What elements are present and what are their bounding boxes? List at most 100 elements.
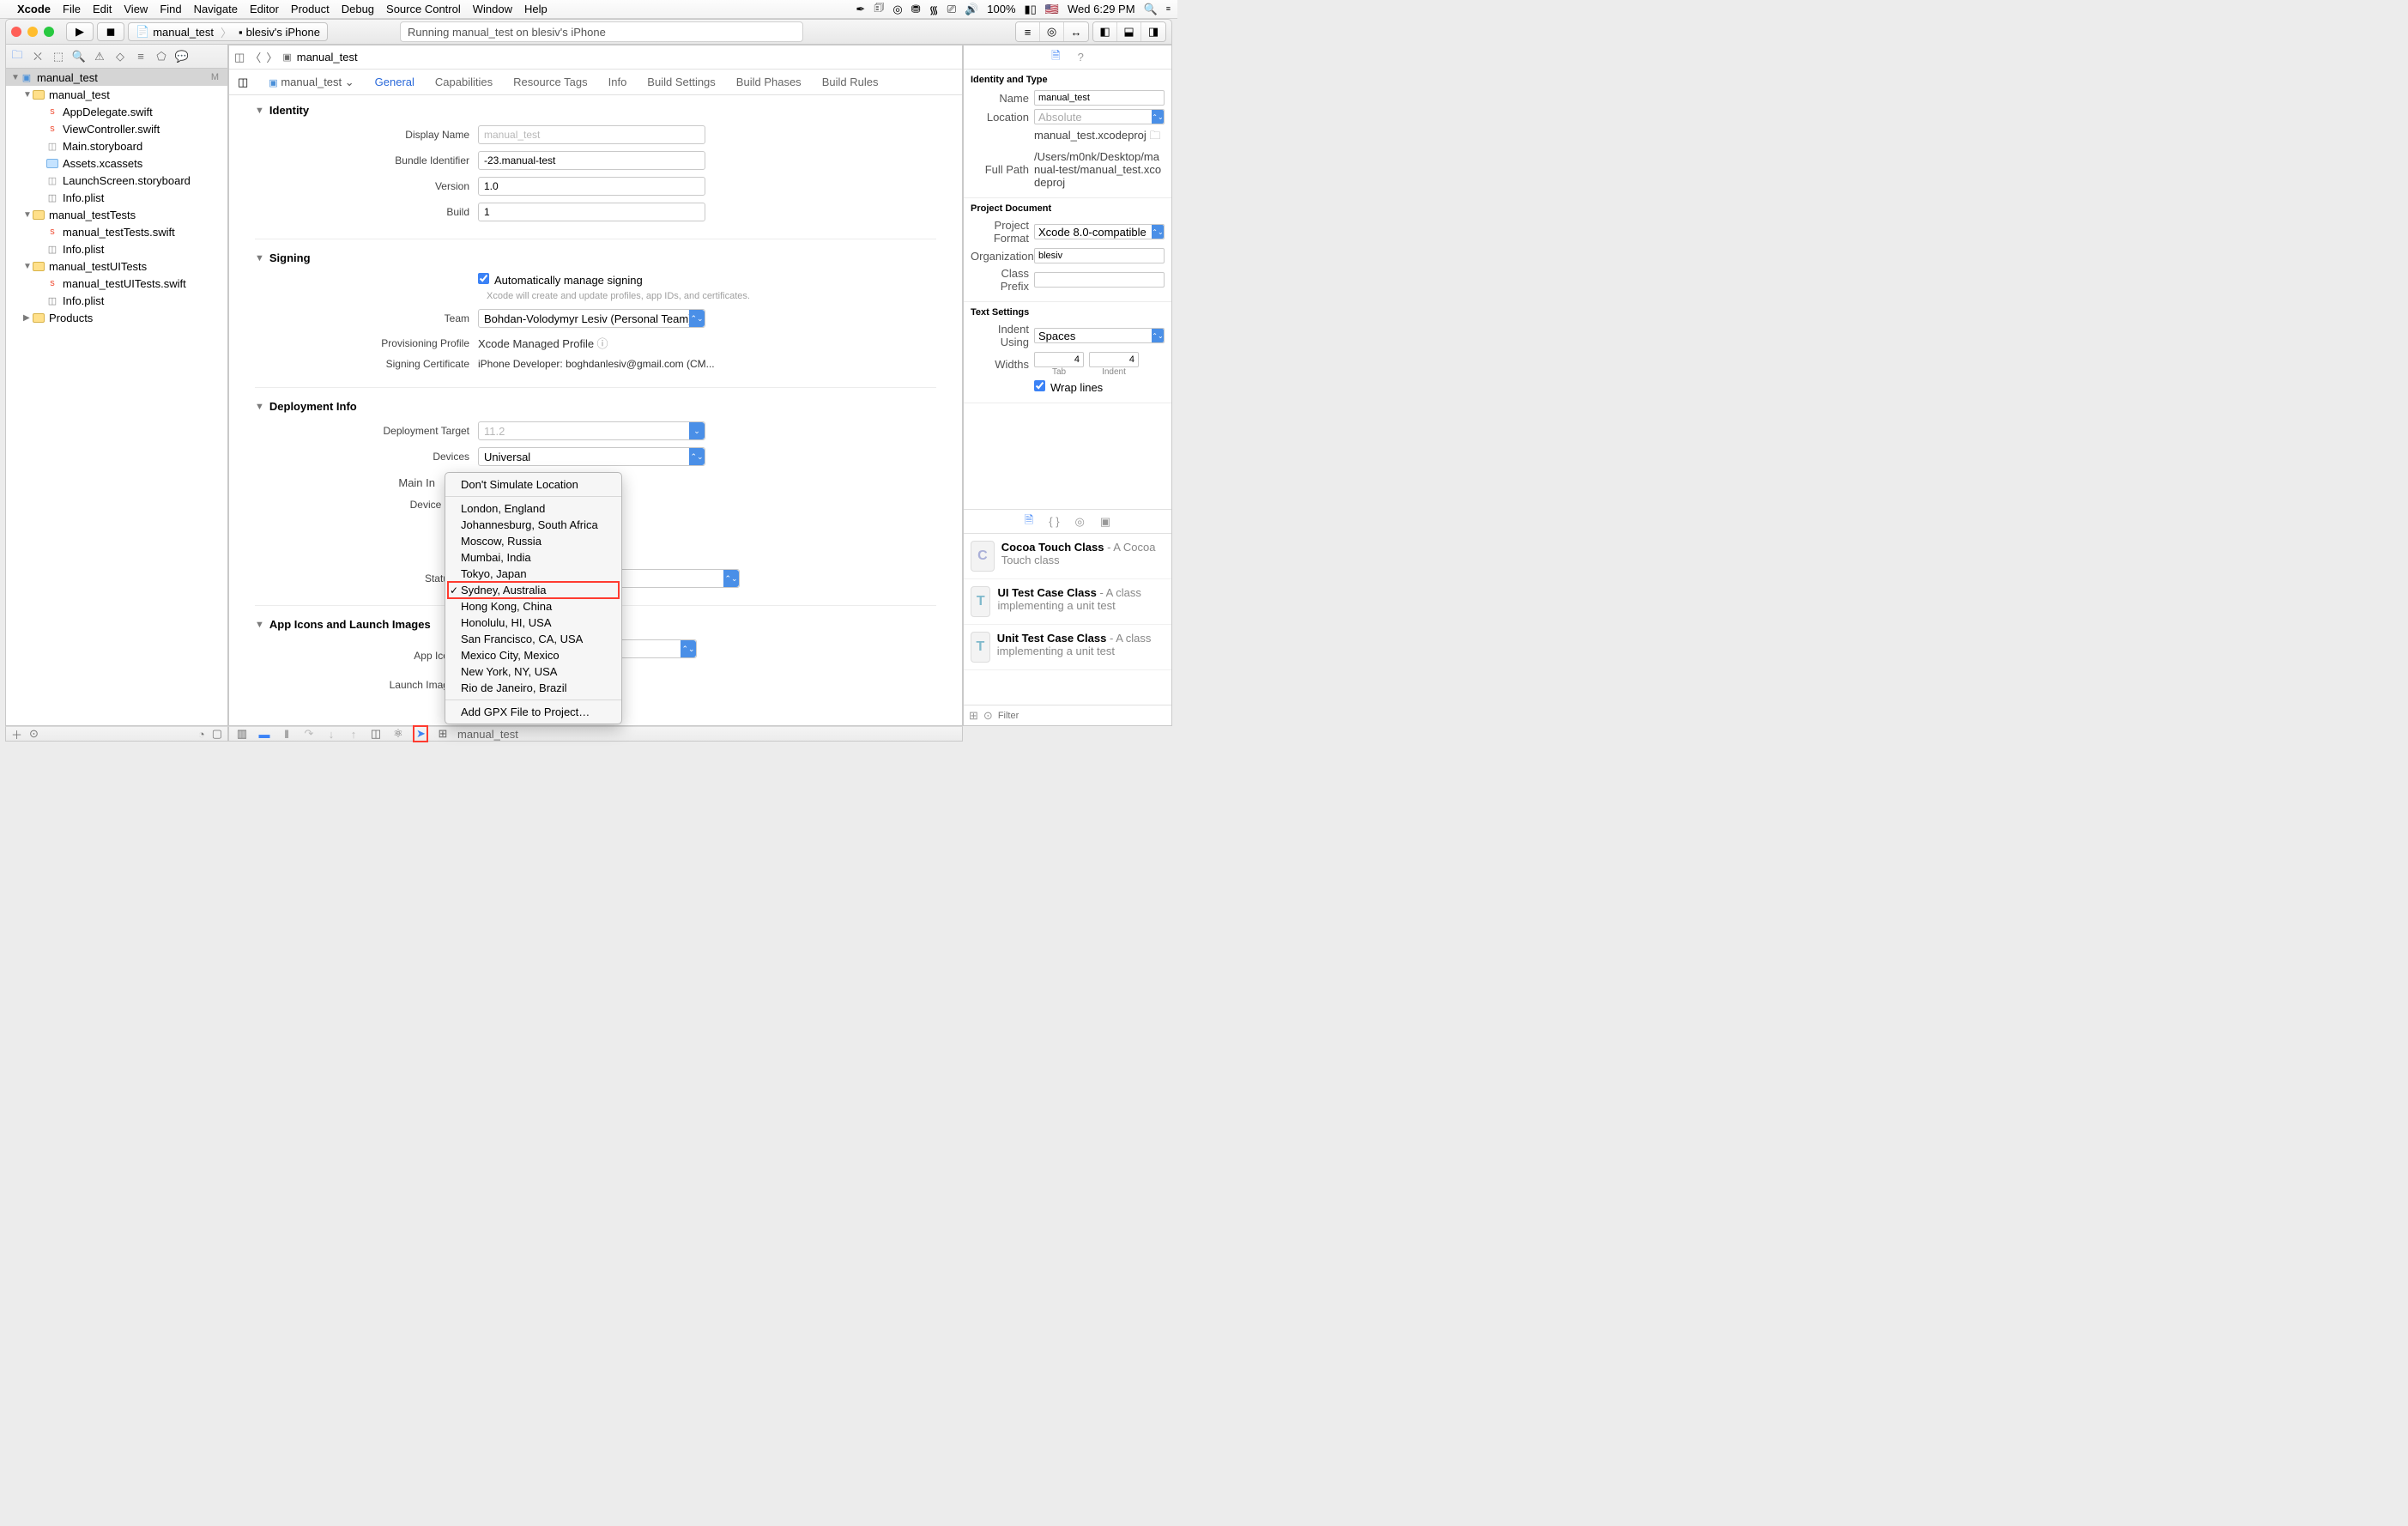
menu-file[interactable]: File (63, 3, 81, 15)
tab-build-rules[interactable]: Build Rules (822, 76, 879, 88)
tab-build-settings[interactable]: Build Settings (647, 76, 716, 88)
file-row[interactable]: ◫Info.plist (6, 189, 227, 206)
scm-filter-icon[interactable]: ▢ (212, 727, 222, 741)
location-menu-item[interactable]: Tokyo, Japan (445, 566, 621, 582)
location-menu-add-gpx[interactable]: Add GPX File to Project… (445, 704, 621, 720)
menu-product[interactable]: Product (291, 3, 330, 15)
notification-center-icon[interactable]: ≡ (1166, 5, 1171, 13)
breakpoints-toggle-icon[interactable]: ▬ (257, 728, 272, 741)
add-button-icon[interactable]: ＋ (11, 726, 22, 742)
panel-toggle-segmented[interactable]: ◧ ⬓ ◨ (1092, 21, 1166, 42)
location-menu-item[interactable]: Rio de Janeiro, Brazil (445, 680, 621, 696)
debug-process-name[interactable]: manual_test (457, 728, 518, 741)
team-select[interactable]: Bohdan-Volodymyr Lesiv (Personal Team)⌃⌄ (478, 309, 705, 328)
target-list-toggle-icon[interactable]: ◫ (238, 76, 248, 89)
library-item[interactable]: TUnit Test Case Class - A class implemen… (964, 625, 1171, 670)
bottom-panel-icon[interactable]: ⬓ (1117, 22, 1141, 41)
project-root-row[interactable]: ▼▣ manual_test M (6, 69, 227, 86)
window-close-button[interactable] (11, 27, 21, 37)
issue-navigator-icon[interactable]: ⚠ (92, 49, 107, 64)
step-over-icon[interactable]: ↷ (301, 727, 317, 741)
file-row[interactable]: Assets.xcassets (6, 154, 227, 172)
file-template-library-icon[interactable]: 🗎 (1025, 512, 1033, 531)
library-item[interactable]: TUI Test Case Class - A class implementi… (964, 579, 1171, 625)
battery-icon[interactable]: ▮▯ (1025, 3, 1037, 16)
version-editor-icon[interactable]: ↔ (1064, 22, 1088, 41)
insp-name-field[interactable] (1034, 90, 1165, 106)
quick-help-icon[interactable]: ? (1078, 51, 1084, 64)
project-format-select[interactable]: Xcode 8.0-compatible⌃⌄ (1034, 224, 1165, 239)
group-row[interactable]: ▼manual_testUITests (6, 257, 227, 275)
location-menu-item[interactable]: Honolulu, HI, USA (445, 615, 621, 631)
jump-bar-path[interactable]: manual_test (297, 51, 358, 64)
breakpoint-navigator-icon[interactable]: ⬠ (154, 49, 169, 64)
stop-button[interactable]: ◼ (97, 22, 124, 41)
location-menu-item[interactable]: Mexico City, Mexico (445, 647, 621, 663)
toggle-debug-area-icon[interactable]: ▥ (234, 727, 250, 741)
deployment-target-select[interactable]: 11.2⌄ (478, 421, 705, 440)
menu-find[interactable]: Find (160, 3, 181, 15)
class-prefix-field[interactable] (1034, 272, 1165, 288)
menu-source-control[interactable]: Source Control (386, 3, 461, 15)
display-icon[interactable]: ⎚ (947, 3, 956, 16)
menu-debug[interactable]: Debug (342, 3, 374, 15)
step-out-icon[interactable]: ↑ (346, 728, 361, 741)
location-menu-item[interactable]: Johannesburg, South Africa (445, 517, 621, 533)
organization-field[interactable] (1034, 248, 1165, 263)
group-row[interactable]: ▼manual_testTests (6, 206, 227, 223)
cc-icon[interactable]: ◎ (892, 3, 902, 16)
menu-edit[interactable]: Edit (93, 3, 112, 15)
test-navigator-icon[interactable]: ◇ (112, 49, 128, 64)
left-panel-icon[interactable]: ◧ (1093, 22, 1117, 41)
disk-icon[interactable]: 🗊 (874, 0, 884, 19)
file-row[interactable]: ◫Main.storyboard (6, 137, 227, 154)
find-navigator-icon[interactable]: 🔍 (71, 49, 87, 64)
recent-filter-icon[interactable]: ◔ (198, 728, 205, 741)
step-into-icon[interactable]: ↓ (324, 728, 339, 741)
file-row[interactable]: smanual_testUITests.swift (6, 275, 227, 292)
view-debug-icon[interactable]: ◫ (368, 727, 384, 741)
menu-view[interactable]: View (124, 3, 148, 15)
bundle-id-field[interactable] (478, 151, 705, 170)
version-field[interactable] (478, 177, 705, 196)
location-menu-item[interactable]: Moscow, Russia (445, 533, 621, 549)
menubar-clock[interactable]: Wed 6:29 PM (1068, 3, 1135, 15)
editor-mode-segmented[interactable]: ≡ ◎ ↔ (1015, 21, 1089, 42)
file-row[interactable]: sAppDelegate.swift (6, 103, 227, 120)
auto-signing-checkbox[interactable] (478, 273, 489, 284)
volume-icon[interactable]: 🔊 (965, 3, 978, 16)
run-button[interactable]: ▶ (66, 22, 94, 41)
scheme-selector[interactable]: 📄 manual_test 〉 ▪ blesiv's iPhone (128, 22, 328, 41)
menu-editor[interactable]: Editor (250, 3, 279, 15)
menu-navigate[interactable]: Navigate (194, 3, 238, 15)
report-navigator-icon[interactable]: 💬 (174, 49, 190, 64)
target-selector[interactable]: ▣ manual_test ⌄ (269, 76, 354, 89)
project-navigator-icon[interactable]: 🗀 (9, 49, 25, 64)
pause-icon[interactable]: ‖ (279, 728, 294, 741)
forward-icon[interactable]: 〉 (266, 49, 277, 65)
app-menu[interactable]: Xcode (17, 3, 51, 15)
back-icon[interactable]: 〈 (250, 49, 261, 65)
tab-capabilities[interactable]: Capabilities (435, 76, 493, 88)
flag-icon[interactable]: 🇺🇸 (1045, 3, 1059, 16)
location-menu-item[interactable]: Hong Kong, China (445, 598, 621, 615)
object-library-icon[interactable]: ◎ (1075, 515, 1085, 529)
right-panel-icon[interactable]: ◨ (1141, 22, 1165, 41)
code-snippet-library-icon[interactable]: { } (1049, 515, 1059, 528)
build-field[interactable] (478, 203, 705, 221)
media-library-icon[interactable]: ▣ (1100, 515, 1110, 529)
file-row[interactable]: ◫Info.plist (6, 240, 227, 257)
debug-navigator-icon[interactable]: ≡ (133, 49, 148, 64)
filter-icon[interactable]: ⊙ (29, 727, 39, 741)
info-icon[interactable]: ⓘ (597, 337, 608, 350)
tab-general[interactable]: General (375, 76, 414, 88)
display-name-field[interactable] (478, 125, 705, 144)
group-row[interactable]: ▼manual_test (6, 86, 227, 103)
grid-view-icon[interactable]: ⊞ (969, 709, 978, 723)
source-control-navigator-icon[interactable]: ⛌ (30, 49, 45, 64)
spotlight-icon[interactable]: 🔍 (1144, 3, 1158, 16)
location-menu-item[interactable]: San Francisco, CA, USA (445, 631, 621, 647)
simulate-location-button[interactable]: ➤ (413, 725, 428, 742)
process-icon[interactable]: ⊞ (435, 727, 451, 741)
menu-help[interactable]: Help (524, 3, 548, 15)
